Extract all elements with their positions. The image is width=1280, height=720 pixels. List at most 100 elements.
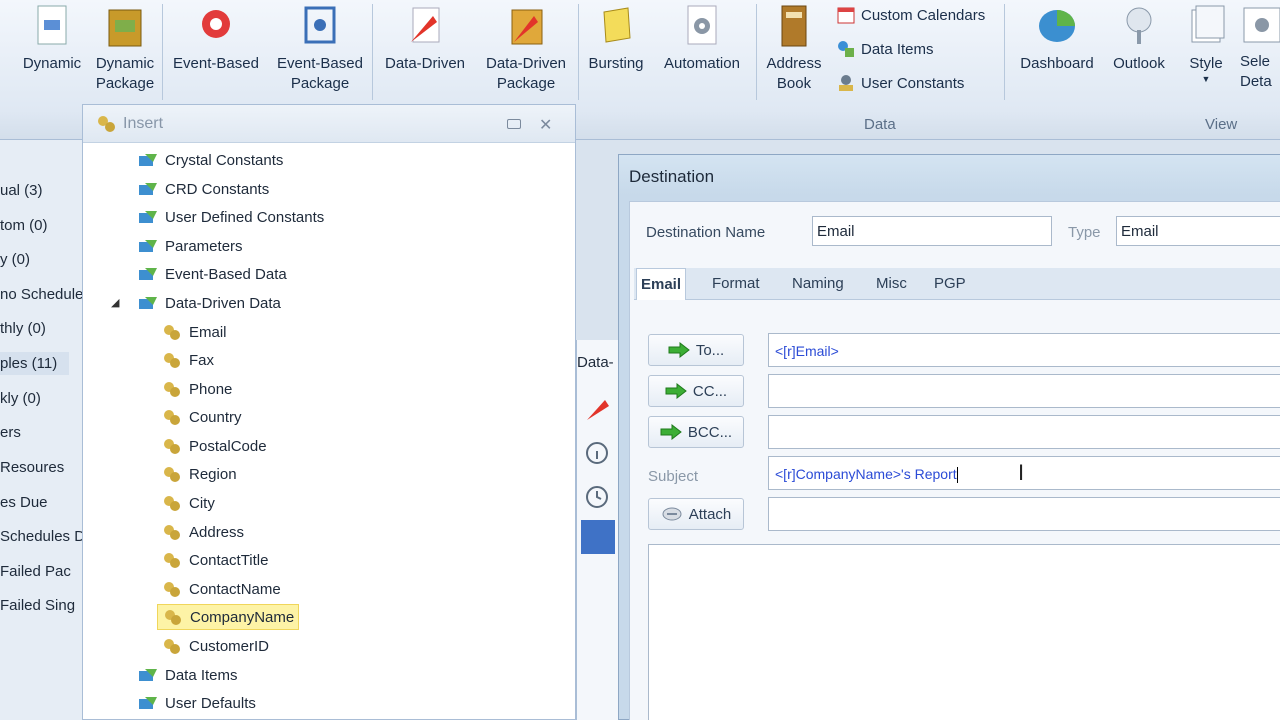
ribbon-button-style[interactable]: Style ▼ — [1178, 2, 1234, 84]
field-icon — [164, 325, 180, 340]
arrow-right-icon — [665, 383, 687, 399]
field-icon — [164, 467, 180, 482]
field-icon — [164, 553, 180, 568]
ribbon-separator — [756, 4, 757, 100]
type-select[interactable]: Email — [1116, 216, 1280, 246]
tree-node-user-defined-constants[interactable]: User Defined Constants — [137, 204, 324, 230]
close-icon[interactable]: ✕ — [539, 115, 552, 135]
tree-node-parameters[interactable]: Parameters — [137, 233, 243, 259]
tab-naming[interactable]: Naming — [792, 268, 844, 300]
destination-dialog: Destination Destination Name Email Type … — [618, 154, 1280, 720]
insert-panel-title: Insert — [123, 114, 164, 132]
bursting-icon — [603, 7, 631, 43]
ribbon-button-address-book[interactable]: Address Book — [762, 2, 826, 94]
to-button[interactable]: To... — [648, 334, 744, 366]
ribbon-button-automation[interactable]: Automation — [656, 2, 748, 74]
ribbon-button-select-details[interactable]: Sele Deta — [1240, 2, 1280, 92]
to-input[interactable]: <[r]Email> — [768, 333, 1280, 367]
tree-node-crystal-constants[interactable]: Crystal Constants — [137, 147, 283, 173]
folder-data-icon — [139, 183, 157, 195]
ribbon-button-event-based[interactable]: Event-Based — [168, 2, 264, 74]
ribbon-button-outlook[interactable]: Outlook — [1106, 2, 1172, 74]
tree-node-crd-constants[interactable]: CRD Constants — [137, 176, 269, 202]
tab-misc[interactable]: Misc — [876, 268, 907, 300]
ribbon-item-custom-calendars[interactable]: Custom Calendars — [836, 0, 985, 30]
tab-email[interactable]: Email — [636, 268, 687, 300]
background-panel-title: Data- — [577, 354, 614, 371]
ribbon-button-event-based-package[interactable]: Event-Based Package — [272, 2, 368, 94]
ribbon-item-user-constants[interactable]: User Constants — [836, 68, 964, 98]
bcc-input[interactable] — [768, 415, 1280, 449]
nav-item-selected[interactable]: ples (11) — [0, 352, 70, 375]
folder-data-icon — [139, 669, 157, 681]
cc-button[interactable]: CC... — [648, 375, 744, 407]
info-icon[interactable] — [581, 436, 615, 470]
nav-item[interactable]: y (0) — [0, 251, 30, 268]
nav-item[interactable]: Failed Sing — [0, 597, 75, 614]
tab-pgp[interactable]: PGP — [934, 268, 966, 300]
tree-node-contactname[interactable]: ContactName — [161, 576, 281, 602]
ribbon-button-bursting[interactable]: Bursting — [584, 2, 648, 74]
tree-node-country[interactable]: Country — [161, 404, 242, 430]
ribbon-separator — [1004, 4, 1005, 100]
nav-item[interactable]: Schedules D — [0, 528, 82, 545]
nav-item[interactable]: ual (3) — [0, 182, 43, 199]
ribbon-button-dynamic[interactable]: Dynamic — [20, 2, 84, 74]
insert-icon — [98, 115, 115, 132]
tree-node-companyname-selected[interactable]: CompanyName — [157, 604, 300, 630]
expanded-triangle-icon[interactable]: ◢ — [111, 296, 119, 309]
tree-node-fax[interactable]: Fax — [161, 347, 214, 373]
cc-input[interactable] — [768, 374, 1280, 408]
nav-item[interactable]: ers — [0, 424, 21, 441]
select-details-icon — [1243, 7, 1280, 43]
ribbon-item-data-items[interactable]: Data Items — [836, 34, 934, 64]
selected-row-marker[interactable] — [581, 520, 615, 554]
ribbon-button-data-driven[interactable]: Data-Driven — [378, 2, 472, 74]
tree-node-email[interactable]: Email — [161, 319, 227, 345]
tree-node-event-based-data[interactable]: Event-Based Data — [137, 261, 287, 287]
folder-data-icon — [139, 211, 157, 223]
destination-name-input[interactable]: Email — [812, 216, 1052, 246]
tree-node-address[interactable]: Address — [161, 519, 244, 545]
ribbon-group-label-data: Data — [864, 116, 896, 133]
ribbon-button-dashboard[interactable]: Dashboard — [1014, 2, 1100, 74]
data-driven-icon[interactable] — [581, 392, 615, 426]
nav-item[interactable]: Resoures — [0, 459, 64, 476]
clock-icon[interactable] — [581, 480, 615, 514]
field-icon — [164, 582, 180, 597]
nav-item[interactable]: kly (0) — [0, 390, 41, 407]
tree-node-phone[interactable]: Phone — [161, 376, 232, 402]
bcc-button[interactable]: BCC... — [648, 416, 744, 448]
attach-button[interactable]: Attach — [648, 498, 744, 530]
type-label: Type — [1068, 224, 1101, 241]
insert-panel-header: Insert ✕ — [83, 105, 575, 143]
message-body-editor[interactable] — [648, 544, 1280, 720]
tree-node-postalcode[interactable]: PostalCode — [161, 433, 267, 459]
tree-node-customerid[interactable]: CustomerID — [161, 633, 269, 659]
nav-item[interactable]: no Schedule — [0, 286, 82, 303]
tree-node-region[interactable]: Region — [161, 461, 237, 487]
tree-node-data-items[interactable]: Data Items — [137, 662, 238, 688]
tree-node-city[interactable]: City — [161, 490, 215, 516]
ribbon-button-dynamic-package[interactable]: Dynamic Package — [90, 2, 160, 94]
nav-item[interactable]: Failed Pac — [0, 563, 71, 580]
tree-node-data-driven-data[interactable]: ◢ Data-Driven Data — [111, 290, 281, 316]
nav-item[interactable]: tom (0) — [0, 217, 48, 234]
nav-item[interactable]: thly (0) — [0, 320, 46, 337]
ribbon-button-data-driven-package[interactable]: Data-Driven Package — [478, 2, 574, 94]
paperclip-icon — [662, 507, 682, 521]
destination-name-label: Destination Name — [646, 224, 766, 241]
field-icon — [164, 525, 180, 540]
nav-item[interactable]: es Due — [0, 494, 48, 511]
tab-format[interactable]: Format — [712, 268, 760, 300]
minimize-icon[interactable] — [507, 119, 521, 129]
attach-input[interactable] — [768, 497, 1280, 531]
tree-node-contacttitle[interactable]: ContactTitle — [161, 547, 268, 573]
dashboard-icon — [1039, 10, 1075, 42]
tree-node-user-defaults[interactable]: User Defaults — [137, 690, 256, 716]
event-icon — [202, 10, 230, 38]
folder-data-icon — [139, 297, 157, 309]
ribbon-group-label-view: View — [1205, 116, 1238, 133]
insert-panel: Insert ✕ Crystal Constants CRD Constants… — [82, 104, 576, 720]
ribbon-separator — [372, 4, 373, 100]
